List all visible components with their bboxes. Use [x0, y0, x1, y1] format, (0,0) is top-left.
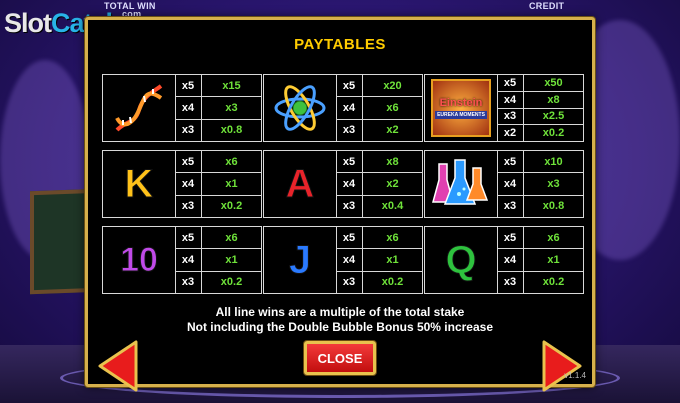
pay-count: x5: [497, 75, 524, 91]
pay-value: x0.2: [220, 276, 243, 289]
dna-icon: [103, 75, 176, 141]
pay-count: x3: [175, 271, 202, 293]
pay-value: x15: [222, 79, 241, 92]
paytable-card-flasks: x5 x10 x4 x3 x3 x0.8: [424, 150, 584, 218]
pay-count: x4: [497, 173, 524, 195]
einstein-logo-icon: Einstein EUREKA MOMENTS: [425, 75, 498, 141]
pay-value: x2.5: [542, 110, 565, 123]
pay-value: x20: [383, 79, 402, 92]
symbol-glyph: J: [288, 237, 312, 282]
pay-count: x4: [336, 173, 363, 195]
pay-count: x3: [497, 108, 524, 125]
letter-k-icon: K: [103, 151, 176, 217]
symbol-glyph: K: [124, 161, 154, 206]
pay-value: x0.4: [381, 200, 404, 213]
atom-icon: [264, 75, 337, 141]
pay-count: x5: [497, 227, 524, 249]
pay-value: x0.8: [542, 200, 565, 213]
pay-value: x6: [386, 231, 399, 244]
paytable-title: PAYTABLES: [294, 36, 386, 53]
pay-count: x3: [175, 195, 202, 217]
pay-value: x0.2: [542, 127, 565, 140]
symbol-glyph: 10: [120, 240, 159, 279]
letter-a-icon: A: [264, 151, 337, 217]
pay-count: x3: [336, 271, 363, 293]
pay-value: x6: [547, 231, 560, 244]
pay-count: x4: [175, 97, 202, 119]
einstein-logo-text: Einstein: [439, 97, 483, 109]
pay-value: x0.2: [381, 276, 404, 289]
pay-count: x4: [175, 173, 202, 195]
pay-value: x0.8: [220, 124, 243, 137]
pay-count: x4: [175, 249, 202, 271]
paytable-card-j: J x5 x6 x4 x1 x3 x0.2: [263, 226, 423, 294]
pay-count: x5: [175, 227, 202, 249]
pay-count: x5: [336, 151, 363, 173]
pay-value: x0.2: [220, 200, 243, 213]
pay-count: x5: [497, 151, 524, 173]
pay-value: x8: [386, 155, 399, 168]
paytable-card-dna: x5 x15 x4 x3 x3 x0.8: [102, 74, 262, 142]
pay-count: x4: [336, 249, 363, 271]
pay-value: x1: [225, 177, 238, 190]
info-text-bonus: Not including the Double Bubble Bonus 50…: [186, 320, 494, 334]
pay-value: x50: [544, 76, 563, 89]
pay-value: x1: [225, 253, 238, 266]
flasks-icon: [425, 151, 498, 217]
einstein-logo-subtitle: EUREKA MOMENTS: [435, 111, 487, 119]
pay-value: x2: [386, 177, 399, 190]
paytable-card-a: A x5 x8 x4 x2 x3 x0.4: [263, 150, 423, 218]
pay-value: x6: [225, 231, 238, 244]
pay-value: x1: [547, 253, 560, 266]
paytable-card-10: 10 x5 x6 x4 x1 x3 x0.2: [102, 226, 262, 294]
previous-page-arrow-icon[interactable]: [98, 340, 138, 392]
pay-count: x3: [497, 271, 524, 293]
paytable-card-einstein: Einstein EUREKA MOMENTS x5 x50 x4 x8 x3 x2.…: [424, 74, 584, 142]
letter-q-icon: Q: [425, 227, 498, 293]
symbol-glyph: Q: [445, 237, 477, 282]
pay-count: x5: [175, 75, 202, 97]
symbol-glyph: A: [285, 161, 315, 206]
pay-value: x0.2: [542, 276, 565, 289]
next-page-arrow-icon[interactable]: [542, 340, 582, 392]
info-text-stake: All line wins are a multiple of the tota…: [215, 305, 465, 319]
pay-count: x3: [336, 119, 363, 141]
version-label: v1.1.4: [564, 371, 586, 380]
paytable-card-atom: x5 x20 x4 x6 x3 x2: [263, 74, 423, 142]
pay-count: x3: [175, 119, 202, 141]
credit-label: CREDIT: [529, 1, 565, 11]
number-10-icon: 10: [103, 227, 176, 293]
pay-count: x3: [497, 195, 524, 217]
pay-value: x1: [386, 253, 399, 266]
close-button[interactable]: CLOSE: [304, 341, 376, 375]
pay-count: x2: [497, 125, 524, 141]
paytable-card-k: K x5 x6 x4 x1 x3 x0.2: [102, 150, 262, 218]
pay-value: x8: [547, 93, 560, 106]
pay-count: x5: [336, 75, 363, 97]
letter-j-icon: J: [264, 227, 337, 293]
paytable-panel: PAYTABLES x5 x15 x4 x3 x3 x0.8 x5 x20 x4…: [85, 17, 595, 392]
pay-count: x4: [336, 97, 363, 119]
pay-count: x4: [497, 249, 524, 271]
paytable-card-q: Q x5 x6 x4 x1 x3 x0.2: [424, 226, 584, 294]
pay-count: x3: [336, 195, 363, 217]
pay-count: x4: [497, 91, 524, 108]
pay-value: x2: [386, 124, 399, 137]
pay-count: x5: [175, 151, 202, 173]
pay-value: x3: [225, 101, 238, 114]
pay-value: x3: [547, 177, 560, 190]
pay-value: x6: [386, 101, 399, 114]
pay-value: x10: [544, 155, 563, 168]
pay-count: x5: [336, 227, 363, 249]
pay-value: x6: [225, 155, 238, 168]
